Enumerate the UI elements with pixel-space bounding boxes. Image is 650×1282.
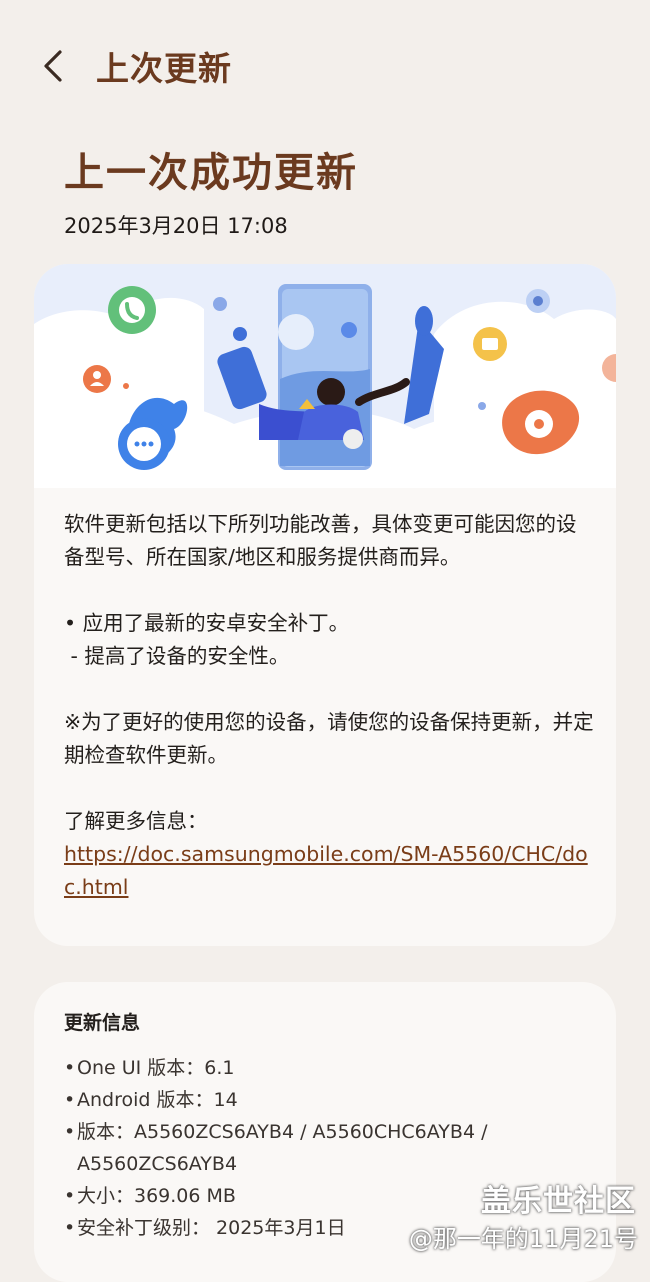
top-bar: 上次更新	[0, 0, 650, 130]
person-icon	[83, 365, 111, 393]
watermark-author: @那一年的11月21号	[408, 1225, 638, 1253]
android-version: Android 版本：14	[77, 1089, 238, 1111]
update-info-title: 更新信息	[64, 1012, 141, 1034]
notes-tip: ※为了更好的使用您的设备，请使您的设备保持更新，并定期检查软件更新。	[64, 710, 594, 767]
folder-icon	[473, 327, 507, 361]
notes-bullet: • 应用了最新的安卓安全补丁。	[64, 611, 350, 635]
notes-intro: 软件更新包括以下所列功能改善，具体变更可能因您的设备型号、所在国家/地区和服务提…	[64, 512, 577, 569]
watermark-title: 盖乐世社区	[481, 1184, 636, 1219]
header-title: 上次更新	[96, 49, 232, 88]
oneui-version: One UI 版本：6.1	[77, 1057, 235, 1079]
build-version: 版本：A5560ZCS6AYB4 / A5560CHC6AYB4 / A5560…	[77, 1121, 488, 1175]
doc-link[interactable]: https://doc.samsungmobile.com/SM-A5560/C…	[64, 842, 588, 899]
update-size: 大小：369.06 MB	[77, 1185, 236, 1207]
more-info-label: 了解更多信息：	[64, 809, 208, 833]
phone-icon	[108, 286, 156, 334]
notes-subbullet: - 提高了设备的安全性。	[64, 644, 290, 668]
list-item: • Android 版本：14	[64, 1084, 594, 1116]
list-item: • 版本：A5560ZCS6AYB4 / A5560CHC6AYB4 / A556…	[64, 1116, 594, 1180]
chat-icon	[118, 418, 170, 470]
update-date: 2025年3月20日 17:08	[64, 214, 288, 238]
release-notes: 软件更新包括以下所列功能改善，具体变更可能因您的设备型号、所在国家/地区和服务提…	[64, 508, 594, 904]
hero-illustration	[34, 264, 616, 488]
security-patch-level: 安全补丁级别： 2025年3月1日	[77, 1217, 346, 1239]
back-arrow-icon	[44, 50, 62, 82]
back-button[interactable]	[36, 44, 76, 88]
settings-icon	[526, 289, 550, 313]
update-notes-card: 软件更新包括以下所列功能改善，具体变更可能因您的设备型号、所在国家/地区和服务提…	[34, 264, 616, 946]
page-title: 上一次成功更新	[64, 150, 358, 196]
list-item: • One UI 版本：6.1	[64, 1052, 594, 1084]
